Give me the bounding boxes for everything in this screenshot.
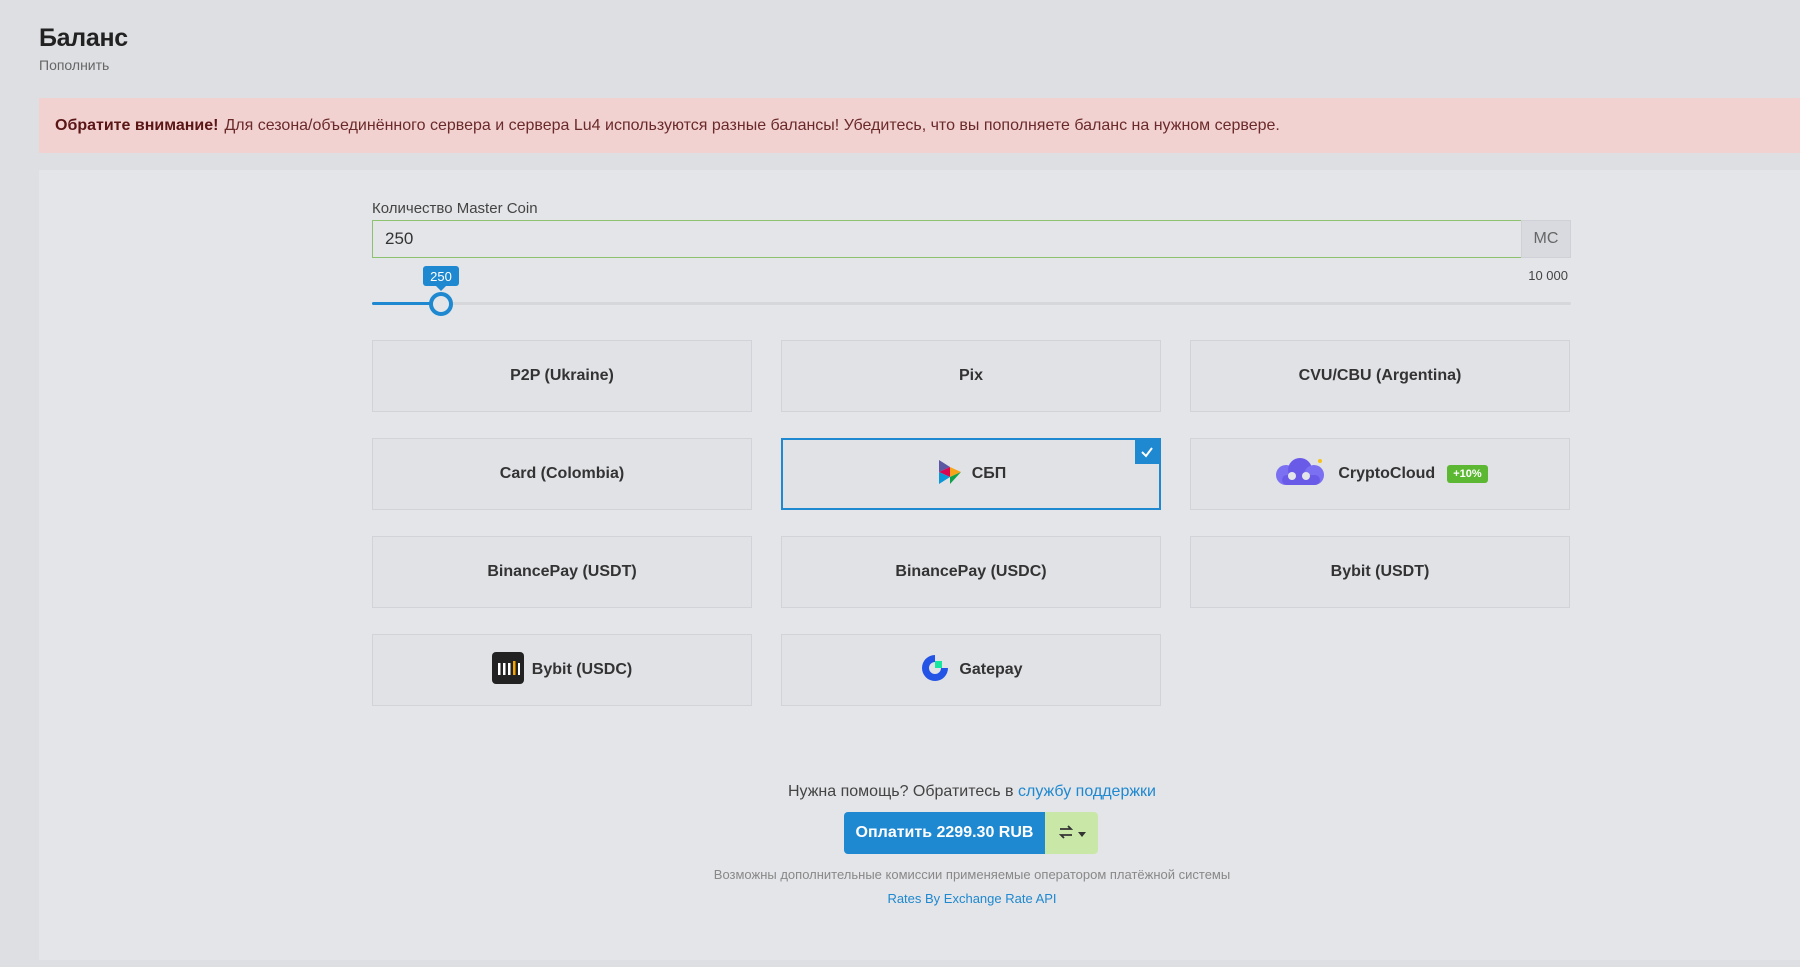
swap-arrows-icon: [1058, 824, 1074, 843]
method-cryptocloud[interactable]: CryptoCloud +10%: [1190, 438, 1570, 510]
amount-input[interactable]: [372, 220, 1522, 258]
method-bybit-usdt[interactable]: Bybit (USDT): [1190, 536, 1570, 608]
payment-methods-grid: P2P (Ukraine) Pix CVU/CBU (Argentina) Ca…: [372, 340, 1571, 706]
page-title: Баланс: [39, 24, 128, 52]
method-card-colombia[interactable]: Card (Colombia): [372, 438, 752, 510]
method-label: P2P (Ukraine): [510, 367, 614, 384]
currency-toggle-button[interactable]: [1045, 812, 1098, 854]
method-bybit-usdc[interactable]: Bybit (USDC): [372, 634, 752, 706]
amount-slider-track[interactable]: [372, 302, 1571, 305]
alert-text: Для сезона/объединённого сервера и серве…: [224, 116, 1280, 134]
method-label: Bybit (USDT): [1330, 563, 1430, 580]
fees-note: Возможны дополнительные комиссии применя…: [713, 867, 1231, 882]
rates-attribution: Rates By Exchange Rate API: [0, 891, 1800, 906]
method-binancepay-usdt[interactable]: BinancePay (USDT): [372, 536, 752, 608]
method-binancepay-usdc[interactable]: BinancePay (USDC): [781, 536, 1161, 608]
amount-label: Количество Master Coin: [372, 200, 538, 217]
sbp-logo-icon: [936, 458, 964, 491]
pay-button[interactable]: Оплатить 2299.30 RUB: [844, 812, 1045, 854]
method-cvu-cbu-argentina[interactable]: CVU/CBU (Argentina): [1190, 340, 1570, 412]
method-label: Gatepay: [959, 661, 1023, 678]
support-link[interactable]: службу поддержки: [1018, 783, 1156, 800]
method-label: Bybit (USDC): [531, 661, 633, 678]
method-label: Card (Colombia): [499, 465, 625, 482]
method-sbp[interactable]: СБП: [781, 438, 1161, 510]
help-text: Нужна помощь? Обратитесь в: [787, 783, 1014, 800]
method-pix[interactable]: Pix: [781, 340, 1161, 412]
method-label: CVU/CBU (Argentina): [1298, 367, 1462, 384]
page-header: Баланс Пополнить: [39, 24, 128, 73]
alert-strong-text: Обратите внимание!: [55, 116, 219, 134]
cryptocloud-logo-icon: [1272, 455, 1330, 494]
slider-value-bubble: 250: [422, 266, 459, 291]
gatepay-logo-icon: [919, 652, 951, 689]
pay-button-group: Оплатить 2299.30 RUB: [844, 812, 1098, 854]
bonus-badge: +10%: [1447, 465, 1488, 483]
method-p2p-ukraine[interactable]: P2P (Ukraine): [372, 340, 752, 412]
page-subtitle: Пополнить: [39, 57, 110, 73]
help-line: Нужна помощь? Обратитесь в службу поддер…: [0, 783, 1800, 801]
method-label: BinancePay (USDT): [487, 563, 637, 580]
method-label: Pix: [958, 367, 983, 384]
method-label: BinancePay (USDC): [895, 563, 1047, 580]
amount-slider-handle[interactable]: [428, 292, 453, 316]
method-label: СБП: [971, 465, 1007, 482]
method-label: CryptoCloud: [1338, 465, 1436, 482]
rates-link[interactable]: Rates By Exchange Rate API: [887, 891, 1056, 906]
method-gatepay[interactable]: Gatepay: [781, 634, 1161, 706]
warning-alert: Обратите внимание! Для сезона/объединённ…: [39, 98, 1800, 153]
checkmark-icon: [1135, 440, 1159, 464]
amount-unit-addon: MC: [1521, 220, 1571, 258]
bybit-logo-icon: [491, 651, 524, 689]
chevron-down-icon: [1077, 826, 1086, 841]
slider-max-label: 10 000: [1528, 268, 1568, 283]
